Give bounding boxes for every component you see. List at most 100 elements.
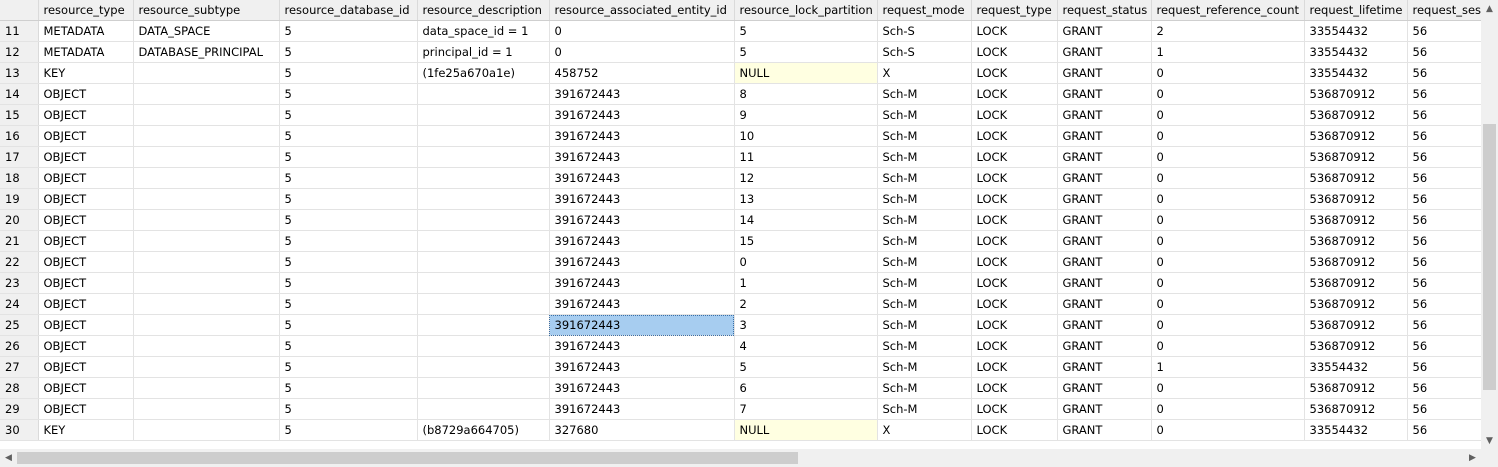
grid-cell[interactable]: 56 xyxy=(1407,188,1481,210)
grid-cell[interactable]: 536870912 xyxy=(1304,188,1408,210)
grid-cell[interactable]: Sch-M xyxy=(877,272,972,294)
grid-cell[interactable]: 0 xyxy=(734,251,878,273)
grid-cell[interactable]: 5 xyxy=(279,20,418,42)
grid-cell[interactable]: 0 xyxy=(549,41,735,63)
grid-cell[interactable] xyxy=(417,230,550,252)
grid-cell[interactable]: LOCK xyxy=(971,398,1058,420)
grid-cell[interactable]: (b8729a664705) xyxy=(417,419,550,441)
grid-cell[interactable]: 56 xyxy=(1407,356,1481,378)
grid-cell[interactable]: 0 xyxy=(1151,293,1305,315)
grid-cell[interactable]: 391672443 xyxy=(549,251,735,273)
grid-cell[interactable]: LOCK xyxy=(971,188,1058,210)
grid-cell[interactable]: 391672443 xyxy=(549,125,735,147)
grid-cell[interactable]: 536870912 xyxy=(1304,209,1408,231)
grid-cell[interactable]: 33554432 xyxy=(1304,356,1408,378)
grid-cell[interactable]: 0 xyxy=(1151,377,1305,399)
grid-cell[interactable]: OBJECT xyxy=(38,83,134,105)
grid-cell[interactable]: KEY xyxy=(38,419,134,441)
grid-cell[interactable]: OBJECT xyxy=(38,230,134,252)
column-header[interactable]: request_reference_count xyxy=(1151,0,1305,21)
grid-cell[interactable]: 5 xyxy=(279,377,418,399)
vertical-scroll-thumb[interactable] xyxy=(1483,124,1496,390)
table-row[interactable]: 17 OBJECT 5 391672443 11 Sch-M LOCK GRANT 0 53687… xyxy=(0,146,1481,168)
grid-cell[interactable]: GRANT xyxy=(1057,104,1152,126)
grid-cell[interactable]: 5 xyxy=(279,188,418,210)
table-row[interactable]: 12 METADATA DATABASE_PRINCIPAL 5 principal_i… xyxy=(0,41,1481,63)
grid-cell[interactable]: OBJECT xyxy=(38,377,134,399)
horizontal-scroll-thumb[interactable] xyxy=(17,452,798,464)
column-header[interactable]: resource_description xyxy=(417,0,550,21)
grid-cell[interactable] xyxy=(417,167,550,189)
table-row[interactable]: 28 OBJECT 5 391672443 6 Sch-M LOCK GRANT 0 536870… xyxy=(0,377,1481,399)
grid-cell[interactable]: GRANT xyxy=(1057,20,1152,42)
scroll-right-icon[interactable]: ▶ xyxy=(1464,449,1481,467)
table-row[interactable]: 22 OBJECT 5 391672443 0 Sch-M LOCK GRANT 0 536870… xyxy=(0,251,1481,273)
grid-cell[interactable]: 33554432 xyxy=(1304,41,1408,63)
grid-cell[interactable] xyxy=(133,356,280,378)
grid-cell[interactable]: 536870912 xyxy=(1304,272,1408,294)
grid-cell[interactable]: Sch-M xyxy=(877,167,972,189)
grid-cell[interactable]: METADATA xyxy=(38,41,134,63)
grid-cell[interactable]: 0 xyxy=(1151,167,1305,189)
grid-cell[interactable]: 2 xyxy=(734,293,878,315)
grid-cell[interactable]: Sch-S xyxy=(877,20,972,42)
grid-cell[interactable]: LOCK xyxy=(971,356,1058,378)
grid-cell[interactable]: LOCK xyxy=(971,293,1058,315)
grid-cell[interactable] xyxy=(133,251,280,273)
column-header[interactable]: resource_subtype xyxy=(133,0,280,21)
grid-cell[interactable]: 5 xyxy=(279,146,418,168)
grid-cell[interactable]: OBJECT xyxy=(38,104,134,126)
grid-cell[interactable]: 5 xyxy=(279,41,418,63)
horizontal-scrollbar[interactable]: ◀ ▶ xyxy=(0,449,1481,467)
grid-cell[interactable] xyxy=(133,167,280,189)
grid-cell[interactable] xyxy=(133,83,280,105)
grid-cell[interactable]: Sch-M xyxy=(877,209,972,231)
grid-cell[interactable] xyxy=(133,314,280,336)
grid-cell[interactable]: GRANT xyxy=(1057,398,1152,420)
grid-cell[interactable]: LOCK xyxy=(971,104,1058,126)
grid-cell[interactable]: 56 xyxy=(1407,398,1481,420)
row-number[interactable]: 15 xyxy=(0,104,39,126)
grid-cell[interactable] xyxy=(133,293,280,315)
grid-cell[interactable] xyxy=(417,398,550,420)
table-row[interactable]: 20 OBJECT 5 391672443 14 Sch-M LOCK GRANT 0 53687… xyxy=(0,209,1481,231)
column-header[interactable]: request_ses xyxy=(1407,0,1481,21)
grid-cell[interactable] xyxy=(133,146,280,168)
grid-cell[interactable]: LOCK xyxy=(971,377,1058,399)
row-number[interactable]: 23 xyxy=(0,272,39,294)
grid-cell[interactable]: KEY xyxy=(38,62,134,84)
column-header[interactable]: request_type xyxy=(971,0,1058,21)
grid-cell[interactable]: 536870912 xyxy=(1304,83,1408,105)
grid-cell[interactable]: 0 xyxy=(1151,83,1305,105)
grid-cell[interactable]: OBJECT xyxy=(38,167,134,189)
table-row[interactable]: 30 KEY 5 (b8729a664705) 327680 NULL X LOCK GRANT… xyxy=(0,419,1481,441)
grid-cell[interactable]: 0 xyxy=(1151,209,1305,231)
table-row[interactable]: 16 OBJECT 5 391672443 10 Sch-M LOCK GRANT 0 53687… xyxy=(0,125,1481,147)
grid-cell[interactable]: 5 xyxy=(279,83,418,105)
grid-cell[interactable]: 5 xyxy=(279,314,418,336)
grid-cell[interactable]: LOCK xyxy=(971,125,1058,147)
grid-cell[interactable]: 33554432 xyxy=(1304,62,1408,84)
grid-cell[interactable]: 56 xyxy=(1407,146,1481,168)
grid-cell[interactable] xyxy=(417,83,550,105)
grid-cell[interactable]: GRANT xyxy=(1057,419,1152,441)
grid-cell[interactable]: 56 xyxy=(1407,335,1481,357)
grid-cell[interactable]: 536870912 xyxy=(1304,314,1408,336)
grid-cell[interactable]: 536870912 xyxy=(1304,251,1408,273)
grid-cell[interactable]: 1 xyxy=(1151,41,1305,63)
grid-cell[interactable]: 56 xyxy=(1407,251,1481,273)
grid-cell[interactable]: 391672443 xyxy=(549,146,735,168)
scroll-left-icon[interactable]: ◀ xyxy=(0,449,17,467)
grid-cell[interactable]: 9 xyxy=(734,104,878,126)
table-row[interactable]: 14 OBJECT 5 391672443 8 Sch-M LOCK GRANT 0 536870… xyxy=(0,83,1481,105)
grid-cell[interactable]: 33554432 xyxy=(1304,20,1408,42)
row-number[interactable]: 11 xyxy=(0,20,39,42)
table-row[interactable]: 11 METADATA DATA_SPACE 5 data_space_id = 105… xyxy=(0,20,1481,42)
grid-cell[interactable]: 391672443 xyxy=(549,167,735,189)
grid-cell[interactable]: 5 xyxy=(279,125,418,147)
row-number[interactable]: 26 xyxy=(0,335,39,357)
grid-cell[interactable] xyxy=(417,356,550,378)
grid-cell[interactable]: 5 xyxy=(279,251,418,273)
grid-cell[interactable]: 0 xyxy=(1151,62,1305,84)
grid-cell[interactable]: 5 xyxy=(734,41,878,63)
